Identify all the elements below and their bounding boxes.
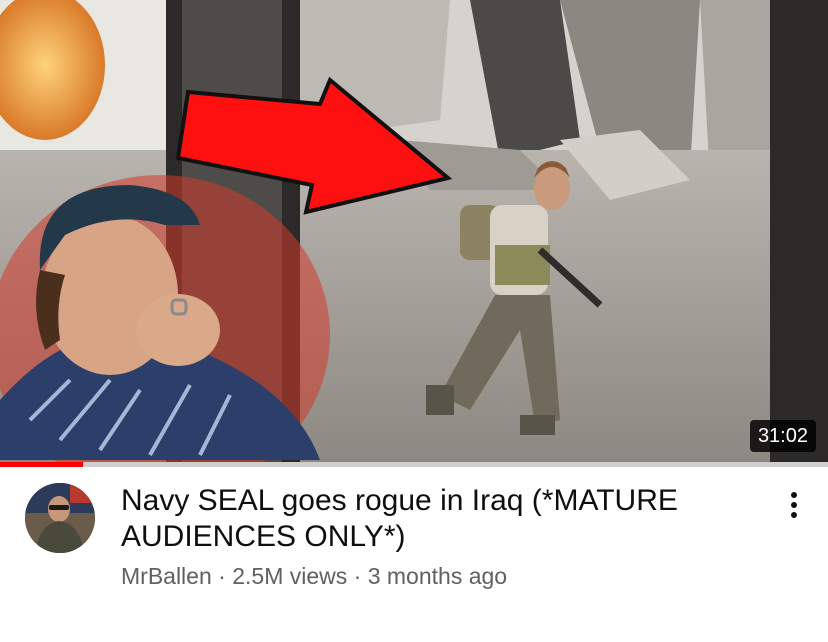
thumbnail-image xyxy=(0,0,828,462)
video-title[interactable]: Navy SEAL goes rogue in Iraq (*MATURE AU… xyxy=(121,483,741,555)
duration-badge: 31:02 xyxy=(749,420,816,452)
channel-name[interactable]: MrBallen xyxy=(121,563,212,589)
video-meta: Navy SEAL goes rogue in Iraq (*MATURE AU… xyxy=(0,467,828,642)
separator: · xyxy=(347,563,368,589)
channel-avatar[interactable] xyxy=(25,483,95,553)
avatar-image xyxy=(25,483,95,553)
upload-age: 3 months ago xyxy=(367,563,508,589)
more-vert-glyph xyxy=(791,492,797,518)
separator: · xyxy=(211,563,233,589)
more-vert-icon[interactable] xyxy=(778,485,810,525)
video-subline: MrBallen · 2.5M views · 3 months ago xyxy=(121,562,507,590)
video-thumbnail[interactable]: 31:02 xyxy=(0,0,828,462)
view-count: 2.5M views xyxy=(232,563,348,589)
